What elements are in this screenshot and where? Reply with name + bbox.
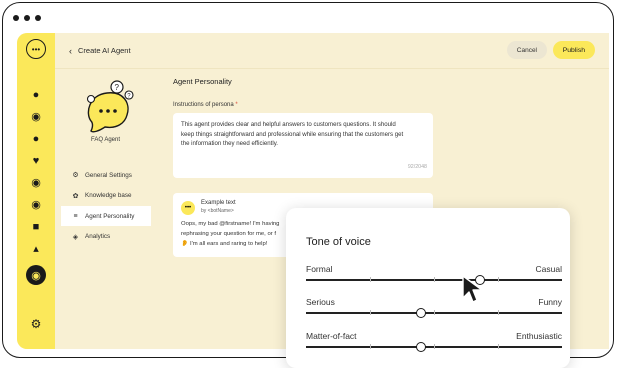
chat-icon[interactable]: ●: [30, 89, 42, 101]
slider-right-label: Enthusiastic: [516, 331, 562, 341]
example-line-text: I'm all ears and raring to help!: [189, 241, 268, 247]
example-body: Oops, my bad @firstname! I'm having reph…: [181, 219, 301, 249]
instructions-label-text: Instructions of persona: [173, 102, 234, 108]
publish-button[interactable]: Publish: [552, 41, 595, 59]
top-bar: ‹ Create AI Agent Cancel Publish: [55, 33, 609, 69]
mouse-cursor-icon: [462, 275, 483, 303]
instructions-line: the information they need efficiently.: [181, 140, 278, 148]
character-counter: 92/2048: [407, 164, 427, 171]
sliders-icon: ≡: [73, 212, 78, 220]
ear-icon: 👂: [181, 241, 190, 247]
slider-track[interactable]: [306, 307, 562, 318]
svg-text:?: ?: [115, 83, 120, 92]
slider-knob[interactable]: [416, 341, 427, 352]
nav-item-label: Agent Personality: [85, 212, 135, 220]
screenshot-frame: ••• ● ◉ ● ♥ ◉ ◉ ■ ▴ ◉ ⚙ ‹ Create AI Agen…: [0, 0, 620, 368]
instructions-textarea[interactable]: This agent provides clear and helpful an…: [173, 113, 433, 178]
instructions-line: keep things straightforward and professi…: [181, 130, 404, 138]
slider-right-label: Funny: [538, 297, 562, 307]
bag-icon[interactable]: ■: [30, 221, 42, 233]
app-logo-icon[interactable]: •••: [26, 39, 46, 59]
instructions-line: This agent provides clear and helpful an…: [181, 121, 396, 128]
window-controls: [13, 15, 41, 21]
slider-left-label: Matter-of-fact: [306, 331, 357, 341]
faq-agent-illustration: ? ?: [86, 80, 134, 133]
example-line: Oops, my bad @firstname! I'm having: [181, 221, 280, 227]
back-link[interactable]: ‹ Create AI Agent: [69, 46, 131, 56]
chevron-left-icon: ‹: [69, 45, 72, 56]
slider-tick: [370, 344, 371, 349]
slider-track[interactable]: [306, 341, 562, 352]
example-line: rephrasing your question for me, or f: [181, 231, 276, 237]
slider-left-label: Serious: [306, 297, 335, 307]
settings-nav: ⚙ General Settings ✿ Knowledge base ≡ Ag…: [61, 165, 151, 247]
sidebar-rail: ••• ● ◉ ● ♥ ◉ ◉ ■ ▴ ◉ ⚙: [17, 33, 55, 349]
slider-track[interactable]: [306, 274, 562, 285]
example-subtitle: by <botName>: [201, 207, 234, 214]
agent-name: FAQ Agent: [91, 137, 121, 143]
slider-tick: [498, 310, 499, 315]
slider-tick: [434, 277, 435, 282]
nav-item-general-settings[interactable]: ⚙ General Settings: [61, 165, 151, 185]
section-title: Agent Personality: [173, 77, 232, 86]
slider-tick: [498, 344, 499, 349]
slider-right-label: Casual: [535, 264, 562, 274]
nav-item-label: Knowledge base: [85, 192, 132, 199]
messenger-icon[interactable]: ◉: [30, 177, 42, 189]
example-title: Example text: [201, 200, 236, 206]
brain-icon: ✿: [72, 192, 79, 200]
slider-tick: [370, 310, 371, 315]
cube-icon: ◈: [72, 233, 79, 241]
nav-item-agent-personality[interactable]: ≡ Agent Personality: [61, 206, 151, 226]
slider-tick: [434, 310, 435, 315]
instructions-label: Instructions of persona *: [173, 102, 238, 108]
nav-item-analytics[interactable]: ◈ Analytics: [61, 227, 151, 247]
required-mark: *: [235, 102, 238, 108]
tone-of-voice-panel: Tone of voice Formal Casual Serious Funn…: [286, 208, 570, 368]
nav-item-knowledge-base[interactable]: ✿ Knowledge base: [61, 186, 151, 206]
back-label: Create AI Agent: [78, 46, 131, 55]
slider-tick: [434, 344, 435, 349]
example-line: 👂 I'm all ears and raring to help!: [181, 239, 301, 249]
chats-icon[interactable]: ◉: [30, 111, 42, 123]
chart-icon[interactable]: ▴: [30, 243, 42, 255]
users-icon[interactable]: ●: [30, 133, 42, 145]
slider-tick: [498, 277, 499, 282]
settings-icon[interactable]: ⚙: [31, 317, 42, 331]
handshake-icon[interactable]: ♥: [30, 155, 42, 167]
agent-icon[interactable]: ◉: [26, 265, 46, 285]
gear-icon: ⚙: [72, 172, 79, 179]
nav-item-label: General Settings: [85, 171, 132, 179]
slider-tick: [370, 277, 371, 282]
bot-avatar: •••: [181, 201, 195, 215]
whatsapp-icon[interactable]: ◉: [30, 199, 42, 211]
tone-title: Tone of voice: [306, 236, 371, 248]
cancel-button[interactable]: Cancel: [506, 41, 547, 59]
slider-knob[interactable]: [416, 307, 427, 318]
nav-item-label: Analytics: [85, 233, 111, 240]
slider-left-label: Formal: [306, 264, 333, 274]
